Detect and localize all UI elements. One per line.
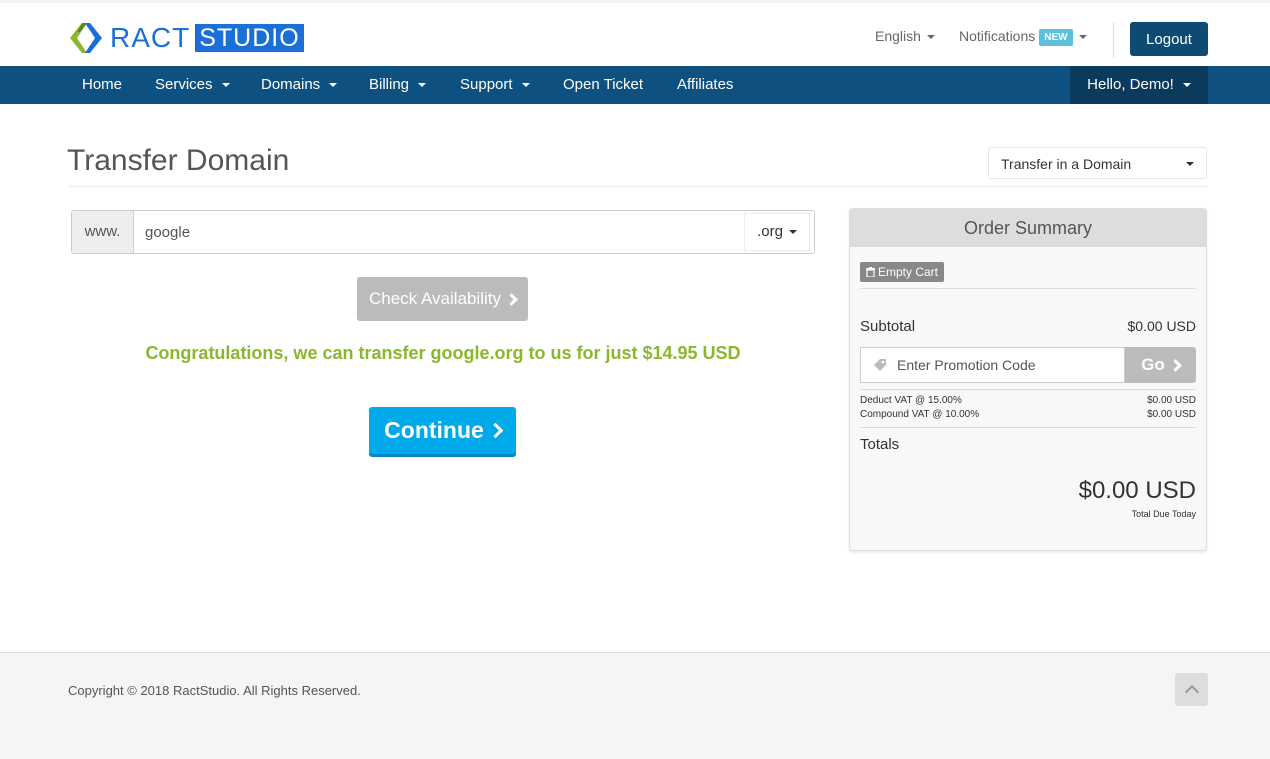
chevron-down-icon xyxy=(1186,162,1194,166)
tax-value: $0.00 USD xyxy=(1147,395,1196,406)
notifications-menu[interactable]: Notifications NEW xyxy=(959,28,1087,46)
chevron-down-icon xyxy=(926,35,935,40)
continue-label: Continue xyxy=(384,417,484,443)
nav-label: Home xyxy=(82,76,123,93)
tld-value: .org xyxy=(757,223,783,240)
tax-value: $0.00 USD xyxy=(1147,409,1196,420)
logo-icon xyxy=(70,23,102,53)
language-menu[interactable]: English xyxy=(875,28,935,44)
chevron-right-icon xyxy=(487,422,504,439)
nav-open-ticket[interactable]: Open Ticket xyxy=(563,66,643,104)
logout-button[interactable]: Logout xyxy=(1130,22,1208,56)
category-select[interactable]: Transfer in a Domain xyxy=(988,147,1207,179)
tax-label: Deduct VAT @ 15.00% xyxy=(860,395,962,406)
nav-services[interactable]: Services xyxy=(155,66,230,104)
nav-billing[interactable]: Billing xyxy=(369,66,427,104)
brand-logo[interactable]: RACT STUDIO xyxy=(68,21,304,55)
check-availability-button[interactable]: Check Availability xyxy=(357,277,528,321)
new-badge: NEW xyxy=(1039,28,1073,46)
nav-label: Services xyxy=(155,76,213,93)
total-due-amount: $0.00 USD xyxy=(1078,477,1196,504)
summary-divider xyxy=(860,288,1196,289)
brand-name-part2: STUDIO xyxy=(195,24,304,52)
domain-input-group: www. .org xyxy=(71,210,815,254)
header-divider xyxy=(1113,22,1114,58)
domain-input[interactable] xyxy=(134,211,740,253)
chevron-right-icon xyxy=(1168,358,1182,372)
total-due-caption: Total Due Today xyxy=(1131,509,1196,519)
chevron-down-icon xyxy=(788,230,797,235)
page-title: Transfer Domain xyxy=(67,144,290,177)
summary-divider xyxy=(860,389,1196,390)
trash-icon xyxy=(866,267,875,278)
www-prefix: www. xyxy=(72,211,134,253)
category-select-value: Transfer in a Domain xyxy=(1001,156,1132,172)
promo-go-label: Go xyxy=(1141,355,1165,374)
language-label: English xyxy=(875,28,921,44)
nav-label: Support xyxy=(460,76,513,93)
chevron-down-icon xyxy=(221,83,230,88)
continue-button[interactable]: Continue xyxy=(369,407,516,454)
chevron-down-icon xyxy=(1078,35,1087,40)
nav-label: Open Ticket xyxy=(563,76,644,93)
nav-support[interactable]: Support xyxy=(460,66,530,104)
order-summary-heading: Order Summary xyxy=(850,209,1206,247)
site-header: RACT STUDIO English Notifications NEW Log… xyxy=(0,3,1270,66)
tax-label: Compound VAT @ 10.00% xyxy=(860,409,980,420)
copyright-text: Copyright © 2018 RactStudio. All Rights … xyxy=(68,683,361,698)
check-availability-label: Check Availability xyxy=(369,289,501,308)
brand-name-part1: RACT xyxy=(110,22,191,53)
subtotal-value: $0.00 USD xyxy=(1127,318,1196,334)
notifications-label: Notifications xyxy=(959,28,1036,44)
nav-label: Billing xyxy=(369,76,410,93)
main-nav: Home Services Domains Billing Support Op… xyxy=(0,66,1270,104)
user-menu-label: Hello, Demo! xyxy=(1087,76,1174,93)
nav-domains[interactable]: Domains xyxy=(261,66,338,104)
nav-affiliates[interactable]: Affiliates xyxy=(677,66,733,104)
promo-code-input[interactable]: Enter Promotion Code xyxy=(860,347,1125,383)
back-to-top-button[interactable] xyxy=(1175,673,1208,706)
site-footer: Copyright © 2018 RactStudio. All Rights … xyxy=(0,652,1270,759)
tag-icon xyxy=(874,359,886,371)
empty-cart-label: Empty Cart xyxy=(878,265,939,279)
nav-label: Affiliates xyxy=(677,76,734,93)
chevron-down-icon xyxy=(329,83,338,88)
empty-cart-button[interactable]: Empty Cart xyxy=(860,262,945,282)
chevron-up-icon xyxy=(1184,684,1199,700)
subtotal-label: Subtotal xyxy=(860,318,916,335)
chevron-down-icon xyxy=(521,83,530,88)
summary-divider xyxy=(860,427,1196,428)
promo-go-button[interactable]: Go xyxy=(1125,347,1196,383)
title-divider xyxy=(68,186,1208,187)
chevron-right-icon xyxy=(505,292,518,306)
user-menu[interactable]: Hello, Demo! xyxy=(1070,66,1208,104)
promo-code-group: Enter Promotion Code Go xyxy=(860,347,1196,383)
chevron-down-icon xyxy=(1182,83,1191,88)
availability-message: Congratulations, we can transfer google.… xyxy=(145,343,741,363)
totals-label: Totals xyxy=(860,436,900,453)
order-summary: Order Summary Empty Cart Subtotal $0.00 … xyxy=(849,208,1207,551)
tld-select[interactable]: .org xyxy=(744,213,810,251)
nav-label: Domains xyxy=(261,76,321,93)
chevron-down-icon xyxy=(418,83,427,88)
nav-home[interactable]: Home xyxy=(82,66,122,104)
